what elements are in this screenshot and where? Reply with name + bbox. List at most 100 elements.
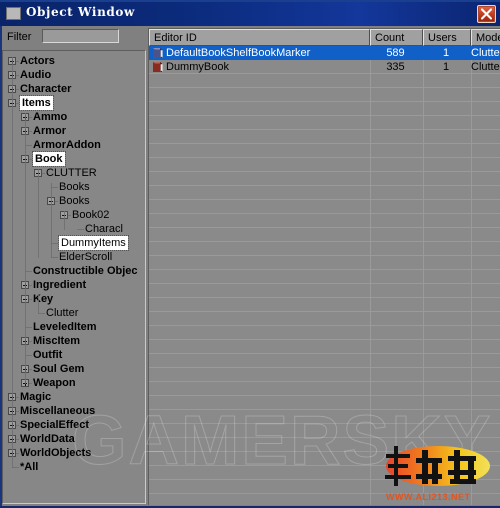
tree-item-label[interactable]: WorldData xyxy=(20,432,75,446)
tree-guide-line xyxy=(64,211,65,230)
list-header: Editor IDCountUsersModel xyxy=(149,29,500,46)
grid-line xyxy=(149,143,500,144)
tree-item-label[interactable]: *All xyxy=(20,460,38,474)
tree-item-label[interactable]: Audio xyxy=(20,68,51,82)
tree-item-label[interactable]: WorldObjects xyxy=(20,446,91,460)
column-separator xyxy=(471,46,472,505)
tree-item-label[interactable]: CLUTTER xyxy=(46,166,97,180)
tree-item-items[interactable]: Items xyxy=(3,95,145,111)
tree-item-label[interactable]: Characl xyxy=(85,222,123,236)
tree-item-label[interactable]: Armor xyxy=(33,124,66,138)
column-header-model[interactable]: Model xyxy=(471,29,500,46)
grid-line xyxy=(149,87,500,88)
window-title: Object Window xyxy=(26,5,135,19)
column-separator xyxy=(423,46,424,505)
cell-users: 1 xyxy=(442,47,450,59)
tree-item-label[interactable]: Miscellaneous xyxy=(20,404,95,418)
tree-item-magic[interactable]: Magic xyxy=(3,390,145,404)
grid-line xyxy=(149,213,500,214)
tree-item-specialeffect[interactable]: SpecialEffect xyxy=(3,418,145,432)
tree-connector xyxy=(77,229,84,230)
filter-label: Filter xyxy=(7,31,32,43)
tree-guide-line xyxy=(12,57,13,468)
grid-line xyxy=(149,339,500,340)
tree-guide-line xyxy=(38,169,39,258)
tree-guide-line xyxy=(38,295,39,314)
category-tree: Actors Audio Character Items Ammo Armor ArmorA… xyxy=(3,54,145,474)
tree-item-character[interactable]: Character xyxy=(3,82,145,96)
grid-line xyxy=(149,297,500,298)
cell-model: Clutter\D xyxy=(471,47,500,59)
grid-line xyxy=(149,311,500,312)
tree-connector xyxy=(12,467,19,468)
column-header-users[interactable]: Users xyxy=(423,29,471,46)
grid-line xyxy=(149,199,500,200)
tree-item-label[interactable]: Weapon xyxy=(33,376,76,390)
tree-item-all[interactable]: *All xyxy=(3,460,145,474)
filter-input[interactable] xyxy=(42,29,119,43)
tree-item-label[interactable]: ElderScroll xyxy=(59,250,112,264)
close-button[interactable] xyxy=(477,5,496,23)
tree-guide-line xyxy=(51,183,52,258)
category-tree-panel[interactable]: Actors Audio Character Items Ammo Armor ArmorA… xyxy=(2,50,146,504)
grid-line xyxy=(149,451,500,452)
column-header-count[interactable]: Count xyxy=(370,29,423,46)
tree-connector xyxy=(25,145,32,146)
tree-item-worlddata[interactable]: WorldData xyxy=(3,432,145,446)
list-body[interactable]: DefaultBookShelfBookMarker5891Clutter\DD… xyxy=(149,46,500,505)
cell-users: 1 xyxy=(442,61,450,73)
tree-item-label[interactable]: Items xyxy=(19,95,54,111)
tree-item-label[interactable]: Ingredient xyxy=(33,278,86,292)
tree-item-label[interactable]: SpecialEffect xyxy=(20,418,89,432)
tree-item-label[interactable]: Books xyxy=(59,180,90,194)
table-row[interactable]: DefaultBookShelfBookMarker 589 1 Clutter\D xyxy=(149,46,500,60)
grid-line xyxy=(149,185,500,186)
grid-line xyxy=(149,129,500,130)
tree-item-label[interactable]: Ammo xyxy=(33,110,67,124)
grid-line xyxy=(149,437,500,438)
cell-editor-id: DummyBook xyxy=(166,61,229,73)
grid-line xyxy=(149,353,500,354)
filter-row: Filter xyxy=(0,28,146,48)
column-header-editor-id[interactable]: Editor ID xyxy=(149,29,370,46)
tree-item-miscellaneous[interactable]: Miscellaneous xyxy=(3,404,145,418)
tree-item-label[interactable]: Clutter xyxy=(46,306,78,320)
tree-item-label[interactable]: Books xyxy=(59,194,90,208)
grid-line xyxy=(149,395,500,396)
tree-connector xyxy=(25,355,32,356)
tree-item-label[interactable]: Book02 xyxy=(72,208,109,222)
tree-connector xyxy=(38,313,45,314)
tree-item-label[interactable]: LeveledItem xyxy=(33,320,97,334)
tree-item-label[interactable]: Magic xyxy=(20,390,51,404)
tree-connector xyxy=(51,187,58,188)
tree-connector xyxy=(51,243,58,244)
object-list-panel[interactable]: Editor IDCountUsersModel DefaultBookShel… xyxy=(148,28,500,505)
tree-item-actors[interactable]: Actors xyxy=(3,54,145,68)
tree-item-label[interactable]: DummyItems xyxy=(58,235,129,251)
tree-item-label[interactable]: Soul Gem xyxy=(33,362,84,376)
tree-item-label[interactable]: Constructible Objec xyxy=(33,264,138,278)
tree-guide-line xyxy=(25,113,26,384)
tree-connector xyxy=(25,271,32,272)
tree-item-label[interactable]: Key xyxy=(33,292,53,306)
cell-count: 589 xyxy=(386,47,405,59)
grid-line xyxy=(149,227,500,228)
tree-item-label[interactable]: Character xyxy=(20,82,71,96)
table-row[interactable]: DummyBook 335 1 Clutter\D xyxy=(149,60,500,74)
grid-line xyxy=(149,325,500,326)
tree-item-worldobjects[interactable]: WorldObjects xyxy=(3,446,145,460)
grid-line xyxy=(149,409,500,410)
tree-item-label[interactable]: Book xyxy=(32,151,66,167)
tree-item-label[interactable]: MiscItem xyxy=(33,334,80,348)
title-bar[interactable]: Object Window xyxy=(0,0,500,26)
tree-item-label[interactable]: ArmorAddon xyxy=(33,138,101,152)
cell-editor-id: DefaultBookShelfBookMarker xyxy=(166,47,311,59)
tree-item-label[interactable]: Actors xyxy=(20,54,55,68)
cell-model: Clutter\D xyxy=(471,61,500,73)
book-icon-blue xyxy=(153,48,163,58)
tree-item-label[interactable]: Outfit xyxy=(33,348,62,362)
object-window: Object Window Filter Actors Audio Characte… xyxy=(0,0,500,508)
grid-line xyxy=(149,115,500,116)
tree-item-audio[interactable]: Audio xyxy=(3,68,145,82)
grid-line xyxy=(149,479,500,480)
